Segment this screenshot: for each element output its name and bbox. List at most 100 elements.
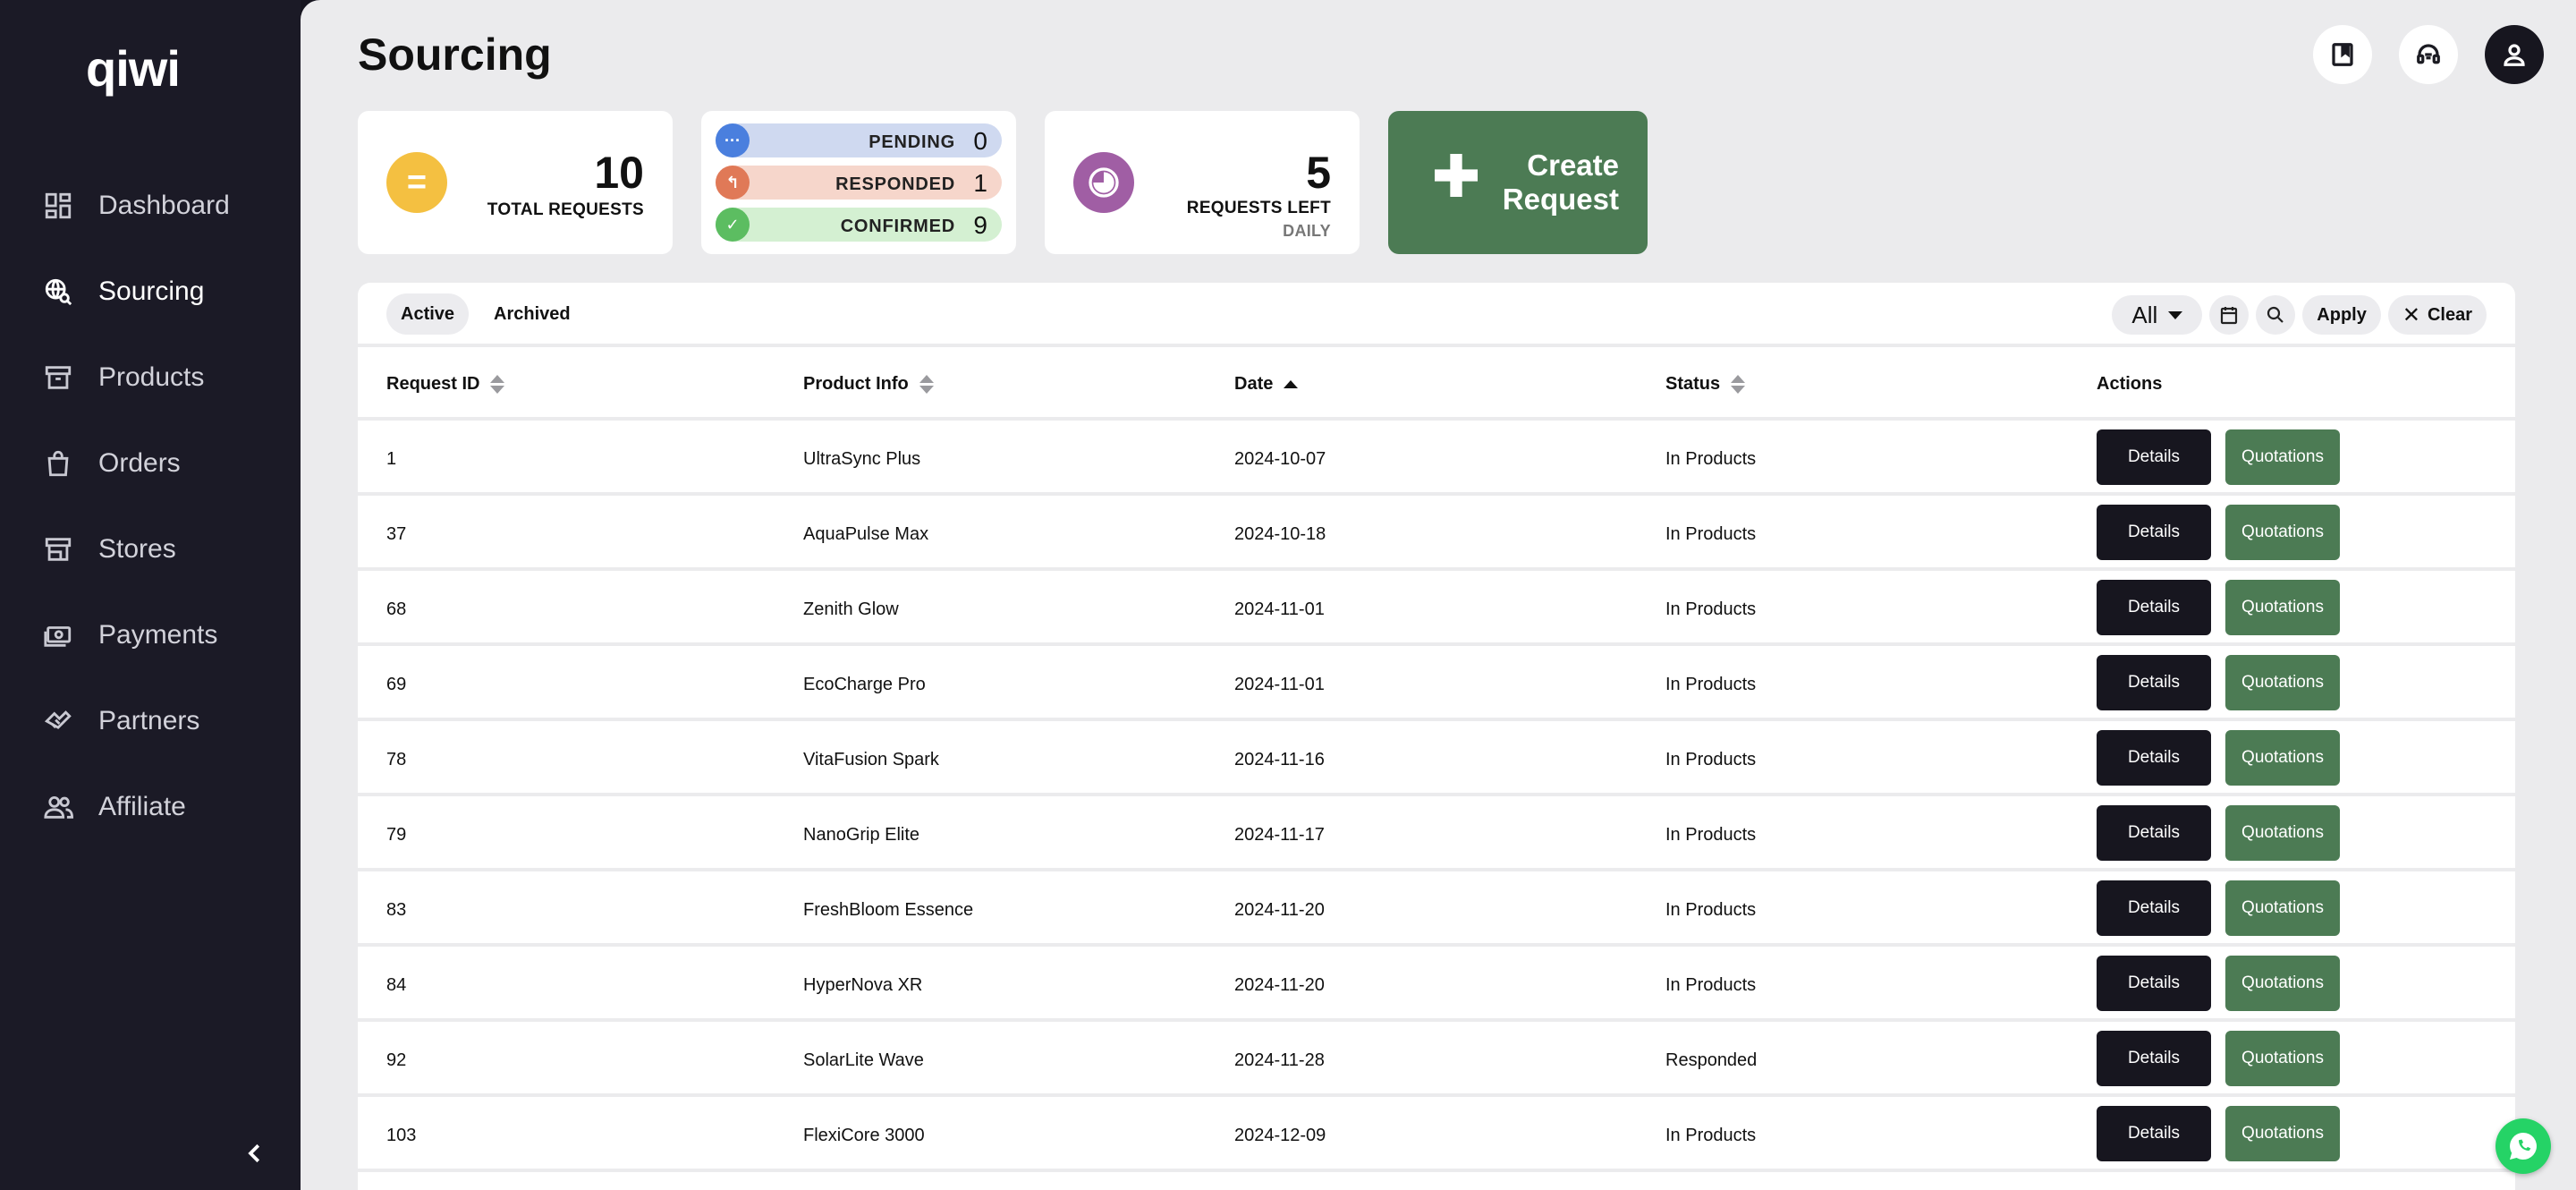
collapse-sidebar-button[interactable]: [242, 1140, 268, 1167]
status-cell: In Products: [1665, 675, 1757, 694]
quotations-button[interactable]: Quotations: [2225, 1031, 2340, 1086]
column-label: Date: [1234, 374, 1274, 394]
shopping-bag-icon: [41, 446, 75, 480]
sidebar-item-orders[interactable]: Orders: [0, 421, 301, 506]
sidebar-item-partners[interactable]: Partners: [0, 678, 301, 764]
request-id-cell: 68: [386, 599, 407, 619]
details-button[interactable]: Details: [2097, 880, 2211, 936]
quotations-button[interactable]: Quotations: [2225, 1106, 2340, 1161]
column-header-status[interactable]: Status: [1665, 374, 1746, 395]
status-cell: In Products: [1665, 750, 1757, 769]
date-cell: 2024-11-16: [1234, 750, 1325, 769]
details-button[interactable]: Details: [2097, 730, 2211, 786]
confirmed-pill: ✓ CONFIRMED 9: [716, 208, 1002, 242]
status-cell: In Products: [1665, 1126, 1757, 1145]
table-row: 1 UltraSync Plus 2024-10-07 In Products Deta…: [358, 421, 2515, 496]
archive-box-icon: [41, 361, 75, 395]
details-button[interactable]: Details: [2097, 1106, 2211, 1161]
product-info-cell: NanoGrip Elite: [803, 825, 920, 845]
apply-button[interactable]: Apply: [2302, 295, 2381, 335]
status-filter-select[interactable]: All: [2112, 295, 2203, 335]
create-request-button[interactable]: Create Request: [1388, 111, 1648, 254]
request-id-cell: 103: [386, 1126, 417, 1145]
dots-icon: ···: [716, 123, 750, 157]
quotations-button[interactable]: Quotations: [2225, 730, 2340, 786]
request-id-cell: 83: [386, 900, 407, 920]
sidebar-item-dashboard[interactable]: Dashboard: [0, 163, 301, 249]
quotations-button[interactable]: Quotations: [2225, 429, 2340, 485]
request-id-cell: 92: [386, 1050, 407, 1070]
details-button[interactable]: Details: [2097, 1031, 2211, 1086]
details-button[interactable]: Details: [2097, 805, 2211, 861]
total-requests-card: = 10 TOTAL REQUESTS: [358, 111, 673, 254]
responded-pill: ↰ RESPONDED 1: [716, 166, 1002, 200]
quotations-button[interactable]: Quotations: [2225, 805, 2340, 861]
close-icon: ✕: [2402, 302, 2420, 327]
details-button[interactable]: Details: [2097, 956, 2211, 1011]
details-button[interactable]: Details: [2097, 505, 2211, 560]
clear-button[interactable]: ✕ Clear: [2387, 295, 2487, 335]
sidebar-item-affiliate[interactable]: Affiliate: [0, 764, 301, 850]
create-request-label: Create Request: [1502, 149, 1619, 216]
requests-left-card: 5 REQUESTS LEFT DAILY: [1045, 111, 1360, 254]
sidebar-item-payments[interactable]: Payments: [0, 592, 301, 678]
request-id-cell: 79: [386, 825, 407, 845]
column-header-request-id[interactable]: Request ID: [386, 374, 505, 395]
support-headset-icon: [2417, 44, 2440, 64]
whatsapp-chat-button[interactable]: [2496, 1118, 2551, 1174]
details-button[interactable]: Details: [2097, 655, 2211, 710]
top-actions: [2313, 25, 2544, 84]
quotations-button[interactable]: Quotations: [2225, 655, 2340, 710]
product-info-cell: AquaPulse Max: [803, 524, 929, 544]
quotations-button[interactable]: Quotations: [2225, 505, 2340, 560]
tab-archived[interactable]: Archived: [479, 293, 585, 335]
responded-value: 1: [973, 169, 987, 197]
table-row: 92 SolarLite Wave 2024-11-28 Responded Detai…: [358, 1022, 2515, 1097]
store-icon: [41, 532, 75, 566]
column-header-product-info[interactable]: Product Info: [803, 374, 934, 395]
table-body: 1 UltraSync Plus 2024-10-07 In Products Deta…: [358, 421, 2515, 1172]
details-button[interactable]: Details: [2097, 429, 2211, 485]
sidebar-item-sourcing[interactable]: Sourcing: [0, 249, 301, 335]
bookmark-icon: [2332, 43, 2353, 66]
sidebar: qiwi Dashboard Sourcing Products Orders: [0, 0, 301, 1190]
product-info-cell: UltraSync Plus: [803, 449, 921, 469]
pending-pill: ··· PENDING 0: [716, 123, 1002, 157]
sidebar-item-label: Orders: [98, 448, 181, 478]
request-id-cell: 37: [386, 524, 407, 544]
request-status-card: ··· PENDING 0 ↰ RESPONDED 1 ✓ CONFIRMED …: [701, 111, 1016, 254]
quotations-button[interactable]: Quotations: [2225, 956, 2340, 1011]
column-header-date[interactable]: Date: [1234, 374, 1299, 395]
app-logo[interactable]: qiwi: [86, 39, 181, 98]
sidebar-item-products[interactable]: Products: [0, 335, 301, 421]
bookmark-button[interactable]: [2313, 25, 2372, 84]
quotations-button[interactable]: Quotations: [2225, 580, 2340, 635]
requests-left-value: 5: [1306, 148, 1331, 198]
sourcing-icon: [41, 275, 75, 309]
confirmed-value: 9: [973, 211, 987, 239]
profile-button[interactable]: [2485, 25, 2544, 84]
product-info-cell: EcoCharge Pro: [803, 675, 926, 694]
support-button[interactable]: [2399, 25, 2458, 84]
requests-left-period: DAILY: [1283, 222, 1331, 240]
date-filter-button[interactable]: [2209, 295, 2250, 335]
status-cell: In Products: [1665, 449, 1757, 469]
table-row: 78 VitaFusion Spark 2024-11-16 In Products D…: [358, 721, 2515, 796]
user-icon: [2504, 44, 2525, 66]
details-button[interactable]: Details: [2097, 580, 2211, 635]
tab-active[interactable]: Active: [386, 293, 470, 335]
handshake-icon: [41, 704, 75, 738]
quotations-button[interactable]: Quotations: [2225, 880, 2340, 936]
sidebar-item-stores[interactable]: Stores: [0, 506, 301, 592]
status-filter-value: All: [2131, 301, 2158, 328]
filter-controls: All Apply ✕ Clear: [2112, 295, 2487, 335]
table-row: 68 Zenith Glow 2024-11-01 In Products Detail…: [358, 571, 2515, 646]
column-header-actions: Actions: [2097, 374, 2162, 395]
search-button[interactable]: [2256, 295, 2296, 335]
sidebar-item-label: Stores: [98, 534, 176, 564]
chevron-left-icon: [248, 1143, 260, 1163]
status-cell: In Products: [1665, 900, 1757, 920]
date-cell: 2024-11-01: [1234, 675, 1325, 694]
sidebar-item-label: Affiliate: [98, 792, 186, 821]
check-icon: ✓: [716, 208, 750, 242]
